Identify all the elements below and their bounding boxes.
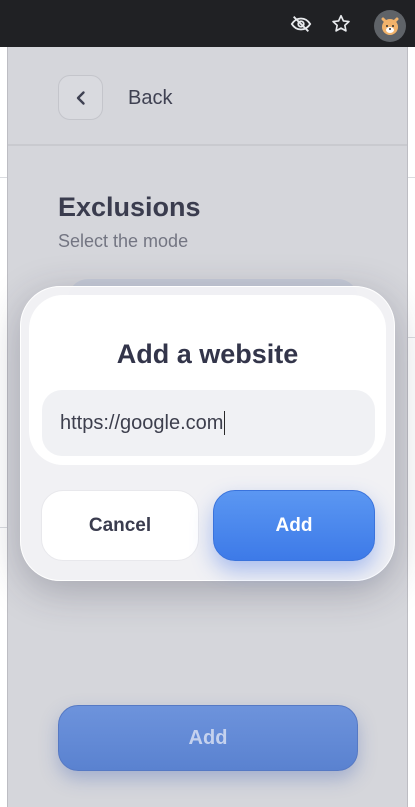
page-divider [408, 337, 415, 338]
section-title: Exclusions [58, 192, 201, 222]
dialog-title: Add a website [116, 339, 299, 369]
back-label[interactable]: Back [128, 87, 172, 110]
add-website-dialog: Add a website https://google.com Cancel … [20, 286, 395, 581]
extension-avatar-icon[interactable] [374, 10, 406, 42]
chevron-left-icon [76, 90, 85, 105]
cancel-button[interactable]: Cancel [41, 490, 199, 561]
dialog-content: Add a website https://google.com [29, 295, 386, 465]
browser-toolbar [0, 0, 415, 47]
page-divider [408, 177, 415, 178]
star-icon[interactable] [326, 9, 356, 39]
header-divider [8, 144, 407, 146]
page-divider [0, 527, 7, 528]
add-website-button[interactable]: Add [58, 705, 358, 771]
website-url-value: https://google.com [60, 411, 224, 434]
eye-off-icon[interactable] [286, 9, 316, 39]
confirm-add-button[interactable]: Add [213, 490, 375, 561]
page-divider [0, 177, 7, 178]
back-button[interactable] [58, 75, 103, 120]
website-url-input[interactable]: https://google.com [42, 390, 375, 456]
text-caret [224, 411, 226, 435]
section-subtitle: Select the mode [58, 231, 189, 251]
